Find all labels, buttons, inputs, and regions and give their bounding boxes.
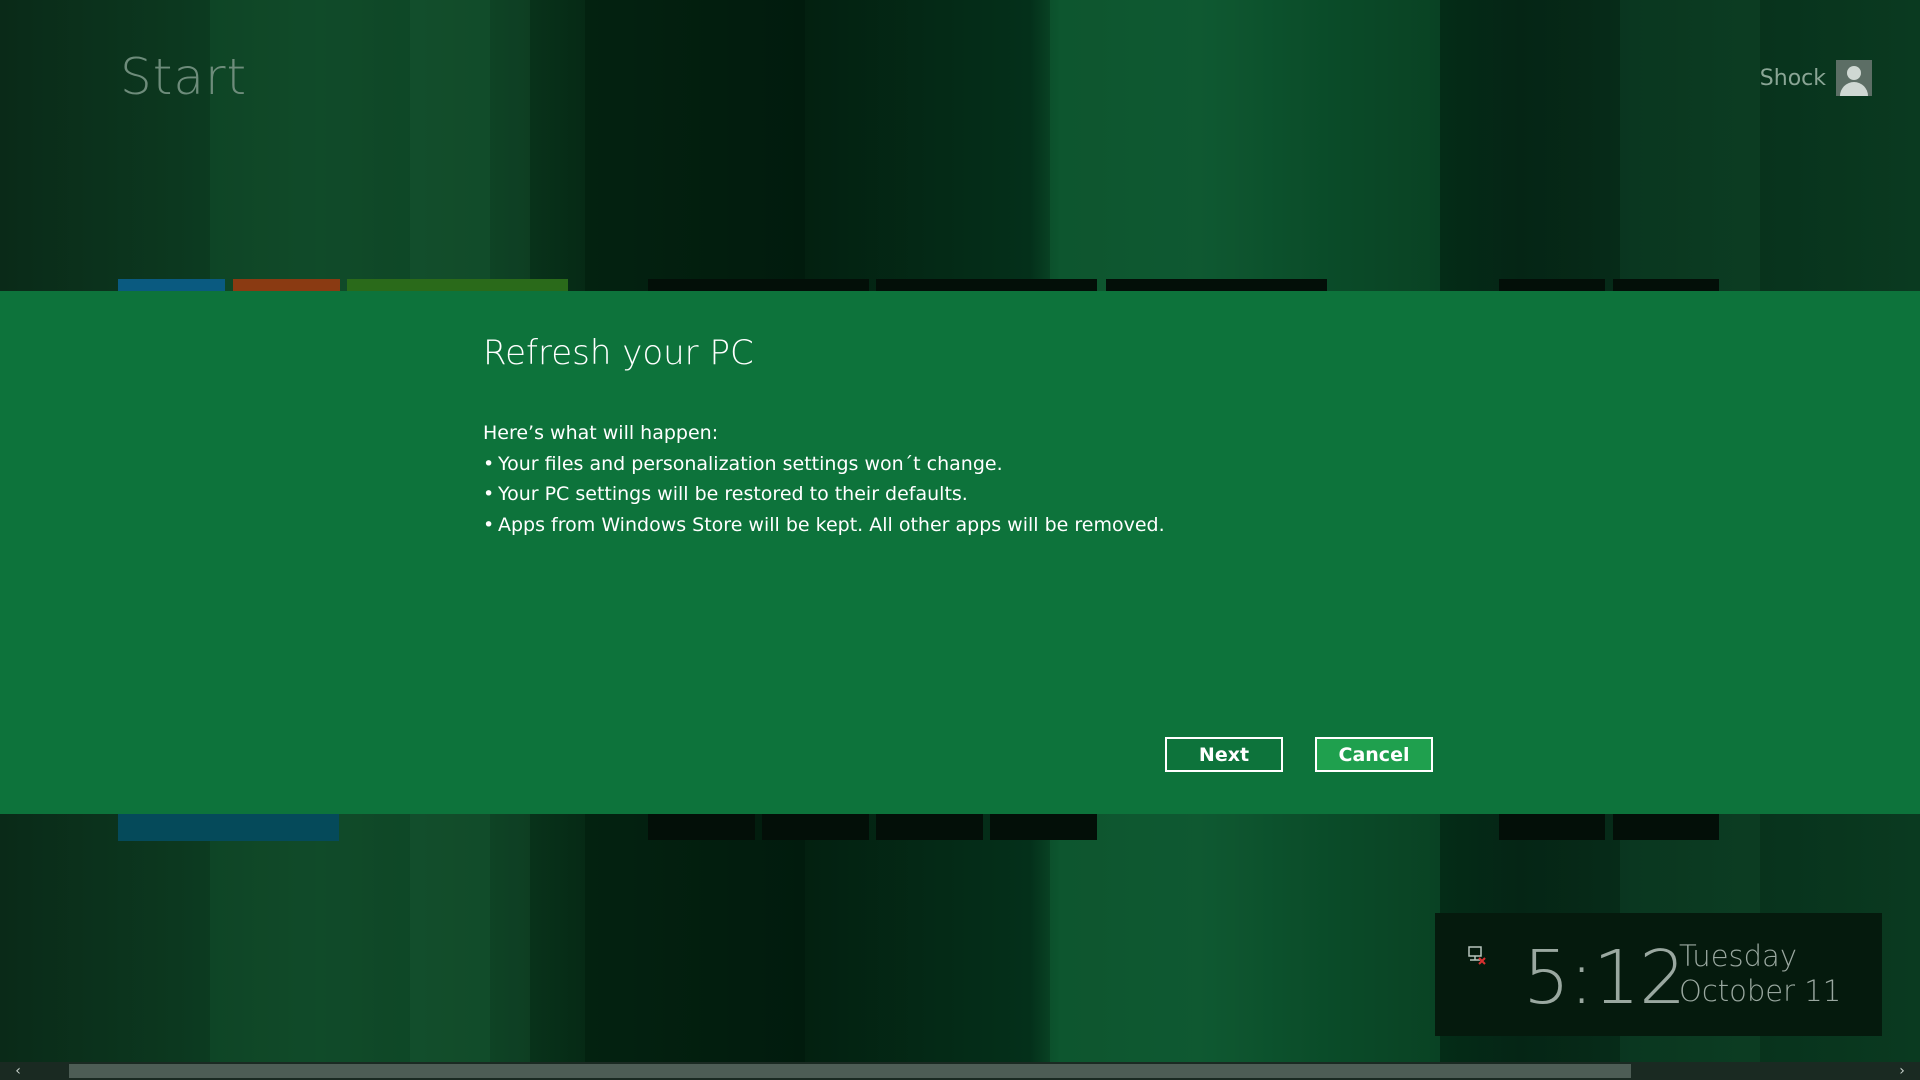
- user-avatar-icon[interactable]: [1836, 60, 1872, 96]
- bullet-text: Your PC settings will be restored to the…: [498, 483, 968, 505]
- tile-edge-bottom[interactable]: [1499, 814, 1605, 840]
- tile-edge-top[interactable]: [347, 279, 568, 291]
- tile-edge-top[interactable]: [1613, 279, 1719, 291]
- user-name: Shock: [1759, 65, 1826, 91]
- bullet-text: Apps from Windows Store will be kept. Al…: [498, 513, 1165, 536]
- dialog-intro: Here’s what will happen:: [483, 422, 719, 444]
- dialog-body: Here’s what will happen: • Your files an…: [483, 418, 1165, 540]
- tile-edge-top[interactable]: [648, 279, 869, 291]
- network-status-icon: [1468, 946, 1486, 965]
- tile-edge-bottom[interactable]: [876, 814, 983, 840]
- next-button[interactable]: Next: [1165, 737, 1283, 772]
- tile-edge-top[interactable]: [118, 279, 225, 291]
- clock-date: October 11: [1679, 974, 1842, 1008]
- tile-edge-bottom[interactable]: [990, 814, 1097, 840]
- list-item: • Your files and personalization setting…: [483, 449, 1165, 480]
- bullet-icon: •: [483, 452, 495, 475]
- bullet-icon: •: [483, 483, 495, 505]
- user-account[interactable]: Shock: [1760, 58, 1872, 98]
- bullet-icon: •: [483, 513, 495, 536]
- cancel-button[interactable]: Cancel: [1315, 737, 1433, 772]
- bullet-text: Your files and personalization settings …: [498, 452, 1003, 475]
- scrollbar-thumb[interactable]: [69, 1064, 1631, 1078]
- clock-tile[interactable]: 5:12 Tuesday October 11: [1435, 913, 1882, 1036]
- clock-day: Tuesday: [1679, 939, 1797, 973]
- list-item: • Apps from Windows Store will be kept. …: [483, 510, 1165, 541]
- tile-edge-bottom[interactable]: [762, 814, 869, 840]
- refresh-pc-dialog: Refresh your PC Here’s what will happen:…: [0, 291, 1920, 814]
- horizontal-scrollbar[interactable]: ‹ ›: [0, 1062, 1920, 1080]
- chevron-left-icon[interactable]: ‹: [0, 1062, 36, 1080]
- tile-edge-top[interactable]: [876, 279, 1097, 291]
- start-title: Start: [120, 48, 248, 106]
- tile-edge-bottom[interactable]: [1613, 814, 1719, 840]
- list-item: • Your PC settings will be restored to t…: [483, 479, 1165, 510]
- clock-time: 5:12: [1523, 935, 1686, 1021]
- tile-edge-top[interactable]: [1499, 279, 1605, 291]
- tile-edge-bottom[interactable]: [648, 814, 755, 840]
- tile-edge-top[interactable]: [233, 279, 340, 291]
- tile-edge-bottom[interactable]: [118, 814, 339, 841]
- dialog-title: Refresh your PC: [483, 333, 754, 373]
- tile-edge-top[interactable]: [1106, 279, 1327, 291]
- chevron-right-icon[interactable]: ›: [1884, 1062, 1920, 1080]
